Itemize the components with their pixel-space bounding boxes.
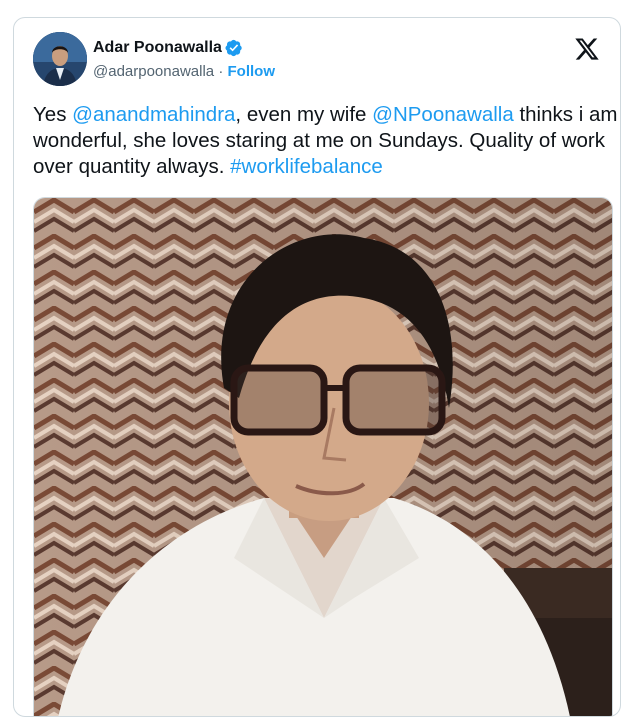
tweet-text-part: , even my wife <box>235 103 373 126</box>
avatar-image <box>33 32 87 86</box>
follow-button[interactable]: Follow <box>228 63 276 80</box>
tweet-photo[interactable] <box>33 197 613 716</box>
hashtag-link-worklifebalance[interactable]: #worklifebalance <box>230 155 383 178</box>
tweet-text-part: Yes <box>33 103 73 126</box>
photo-image <box>34 198 612 716</box>
display-name[interactable]: Adar Poonawalla <box>93 39 222 57</box>
x-logo-icon[interactable] <box>574 36 600 62</box>
tweet-text: Yes @anandmahindra, even my wife @NPoona… <box>33 102 618 180</box>
mention-link-npoonawalla[interactable]: @NPoonawalla <box>372 103 514 126</box>
handle[interactable]: @adarpoonawalla <box>93 63 214 80</box>
verified-badge-icon <box>225 39 242 57</box>
author-names: Adar Poonawalla @adarpoonawalla · Follow <box>93 37 275 83</box>
tweet-header: Adar Poonawalla @adarpoonawalla · Follow <box>33 32 608 88</box>
avatar[interactable] <box>33 32 87 86</box>
tweet-card: Adar Poonawalla @adarpoonawalla · Follow… <box>13 17 621 717</box>
separator: · <box>214 63 228 80</box>
display-name-row: Adar Poonawalla <box>93 37 275 59</box>
mention-link-anandmahindra[interactable]: @anandmahindra <box>72 103 235 126</box>
handle-row: @adarpoonawalla · Follow <box>93 63 275 83</box>
